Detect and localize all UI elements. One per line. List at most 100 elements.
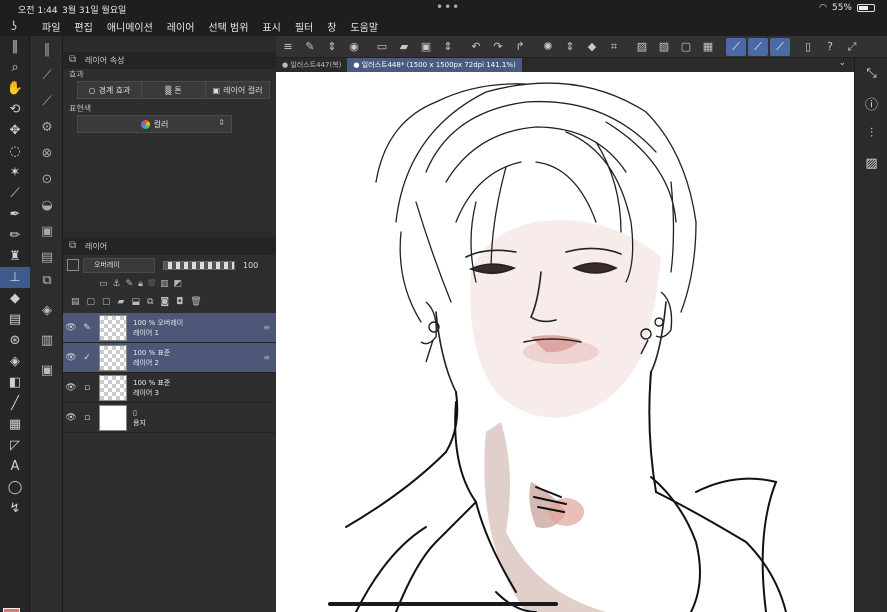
layer-color-button[interactable]: ▣ 레이어 컬러 xyxy=(206,82,269,98)
grid-icon[interactable]: ▦ xyxy=(698,38,718,56)
ruler-tool-icon[interactable]: ◸ xyxy=(0,435,30,456)
eye-icon[interactable]: 👁︎ xyxy=(63,323,79,333)
menu-window[interactable]: 창 xyxy=(327,19,336,34)
loading-icon[interactable]: ✺ xyxy=(538,38,558,56)
collapse-icon[interactable]: ‖ xyxy=(0,36,30,57)
layer-row[interactable]: 👁︎ ✓ 100 % 표준 레이어 2 ≡ xyxy=(63,343,276,373)
adjust-icon[interactable]: ⫶ xyxy=(855,118,887,148)
drag-handle-icon[interactable]: ≡ xyxy=(263,323,270,332)
menu-file[interactable]: 파일 xyxy=(42,19,60,34)
stroke-3-icon[interactable]: ⟋ xyxy=(770,37,790,56)
combine-icon[interactable]: ⧉ xyxy=(147,297,153,307)
layer-menu-icon[interactable]: ▤ xyxy=(71,297,80,307)
airbrush-icon[interactable]: ⊥ xyxy=(0,267,30,288)
transform-icon[interactable]: ▨ xyxy=(632,38,652,56)
lock-icon[interactable]: 🔒︎ xyxy=(138,279,143,289)
sort2-icon[interactable]: ⇕ xyxy=(560,38,580,56)
blend-mode-select[interactable]: 오버레이 xyxy=(83,257,155,273)
mask-icon[interactable]: ◙ xyxy=(160,297,169,307)
sub-tool-5-icon[interactable]: ⊙ xyxy=(31,166,63,192)
crop-icon[interactable]: ⌗ xyxy=(604,38,624,56)
new-file-icon[interactable]: ▭ xyxy=(372,38,392,56)
tone-button[interactable]: ▒ 톤 xyxy=(142,82,206,98)
opacity-slider[interactable] xyxy=(163,260,235,270)
app-logo-icon[interactable]: ʖ xyxy=(0,17,28,35)
layer-row[interactable]: 👁︎ ✎ 100 % 오버레이 레이어 1 ≡ xyxy=(63,313,276,343)
new-raster-layer-icon[interactable]: ▢ xyxy=(87,297,96,307)
menu-filter[interactable]: 필터 xyxy=(295,19,313,34)
transfer-down-icon[interactable]: ⬓ xyxy=(131,297,140,307)
ruler-icon[interactable]: ▧ xyxy=(654,38,674,56)
drag-handle-icon[interactable]: ≡ xyxy=(263,353,270,362)
tone-icon[interactable]: ▤ xyxy=(0,309,30,330)
correct-line-icon[interactable]: ↯ xyxy=(0,498,30,519)
delete-layer-icon[interactable]: 🗑︎ xyxy=(190,297,201,307)
up-down-icon[interactable]: ⇕ xyxy=(322,38,342,56)
pen-settings-icon[interactable]: ✎ xyxy=(300,38,320,56)
move-icon[interactable]: ✥ xyxy=(0,120,30,141)
lasso-icon[interactable]: ◌ xyxy=(0,141,30,162)
sub-tool-6-icon[interactable]: ◒ xyxy=(31,192,63,218)
line-icon[interactable]: ╱ xyxy=(0,393,30,414)
ruler-layer-icon[interactable]: ▥ xyxy=(160,279,169,289)
layer-row[interactable]: 👁︎ ▫ 100 % 표준 레이어 3 xyxy=(63,373,276,403)
stroke-1-icon[interactable]: ⟋ xyxy=(726,37,746,56)
layer-panel-icon[interactable]: ⧉ xyxy=(33,265,61,295)
eye-icon[interactable]: 👁︎ xyxy=(63,413,79,423)
color-chips[interactable] xyxy=(3,608,29,612)
rotate-icon[interactable]: ⟲ xyxy=(0,99,30,120)
sub-tool-2-icon[interactable]: ⟋ xyxy=(31,88,63,114)
help-icon[interactable]: ? xyxy=(820,38,840,56)
gradient-icon[interactable]: ◧ xyxy=(0,372,30,393)
zoom-icon[interactable]: ⌕ xyxy=(0,57,30,78)
drawing-canvas[interactable] xyxy=(276,72,854,612)
sort-icon[interactable]: ⇕ xyxy=(438,38,458,56)
menu-edit[interactable]: 편집 xyxy=(74,19,92,34)
sub-tool-7-icon[interactable]: ▣ xyxy=(31,218,63,244)
draft-icon[interactable]: ✎ xyxy=(126,279,134,289)
hand-icon[interactable]: ✋ xyxy=(0,78,30,99)
menu-help[interactable]: 도움말 xyxy=(350,19,378,34)
sub-tool-1-icon[interactable]: ⟋ xyxy=(31,62,63,88)
eraser-icon[interactable]: ◆ xyxy=(0,288,30,309)
chevron-down-icon[interactable]: ⌄ xyxy=(838,58,846,68)
device-icon[interactable]: ▯ xyxy=(798,38,818,56)
info-icon[interactable]: ⓘ xyxy=(855,88,887,118)
canvas-size-icon[interactable]: ⤡ xyxy=(855,58,887,88)
menu-animation[interactable]: 애니메이션 xyxy=(107,19,153,34)
blend-icon[interactable]: ⊛ xyxy=(0,330,30,351)
layer-row[interactable]: 👁︎ ▫ ▯ 용지 xyxy=(63,403,276,433)
fill-bucket-icon[interactable]: ◈ xyxy=(0,351,30,372)
save-icon[interactable]: ▣ xyxy=(416,38,436,56)
stroke-2-icon[interactable]: ⟋ xyxy=(748,37,768,56)
eye-icon[interactable]: 👁︎ xyxy=(63,353,79,363)
tab-illust-448[interactable]: ● 일러스트448* (1500 x 1500px 72dpi 141.1%) xyxy=(347,58,522,72)
menu-icon[interactable]: ≡ xyxy=(278,38,298,56)
sub-tool-4-icon[interactable]: ⊗ xyxy=(31,140,63,166)
brush-icon[interactable]: ♜ xyxy=(0,246,30,267)
text-icon[interactable]: A xyxy=(0,456,30,477)
new-folder-icon[interactable]: ▰ xyxy=(118,297,125,307)
frame-border-icon[interactable]: ▦ xyxy=(0,414,30,435)
record-icon[interactable]: ◉ xyxy=(344,38,364,56)
expression-color-select[interactable]: 컬러 ⇕ xyxy=(77,115,232,133)
magic-wand-icon[interactable]: ✶ xyxy=(0,162,30,183)
share-icon[interactable]: ↱ xyxy=(510,38,530,56)
menu-layer[interactable]: 레이어 xyxy=(167,19,195,34)
lock-alpha-icon[interactable]: ⛆ xyxy=(148,279,155,289)
navigator-icon[interactable]: ▣ xyxy=(33,355,61,385)
main-color-chip[interactable] xyxy=(3,608,20,612)
layer-stack-icon[interactable]: ◈ xyxy=(33,295,61,325)
new-vector-layer-icon[interactable]: ▢ xyxy=(102,297,111,307)
collapse-icon[interactable]: ‖ xyxy=(31,36,63,62)
pen-icon[interactable]: ✒ xyxy=(0,204,30,225)
menu-selection[interactable]: 선택 범위 xyxy=(208,19,248,34)
eyedropper-icon[interactable]: ⟋ xyxy=(0,183,30,204)
frame-icon[interactable]: ▢ xyxy=(676,38,696,56)
redo-icon[interactable]: ↷ xyxy=(488,38,508,56)
eye-icon[interactable]: 👁︎ xyxy=(63,383,79,393)
layer-mask-toggle-icon[interactable] xyxy=(67,259,79,271)
image-icon[interactable]: ▨ xyxy=(855,148,887,178)
clip-icon[interactable]: ▭ xyxy=(99,279,108,289)
border-effect-button[interactable]: ○ 경계 효과 xyxy=(78,82,142,98)
